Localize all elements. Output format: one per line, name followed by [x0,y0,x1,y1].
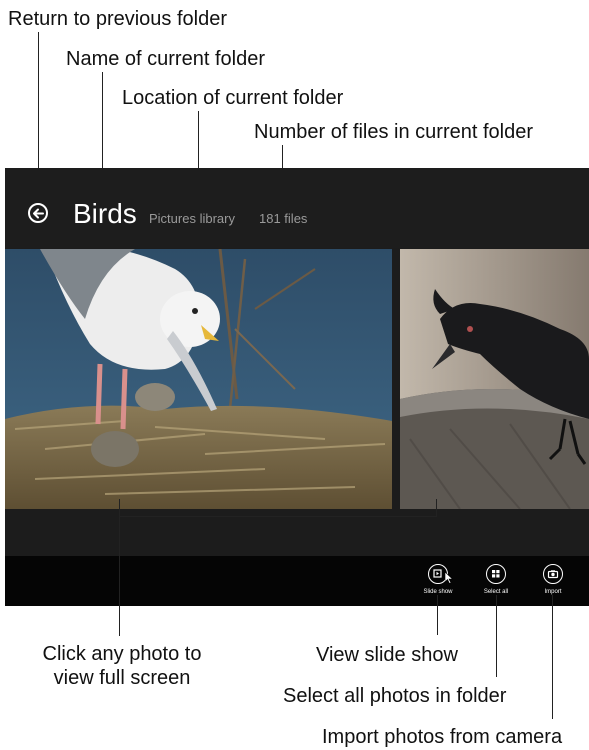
callout-folder-name: Name of current folder [66,48,265,70]
callout-return-previous: Return to previous folder [8,8,228,30]
slide-show-button[interactable]: Slide show [413,564,463,596]
back-arrow-icon [33,208,44,219]
back-button[interactable] [28,203,48,223]
leader-line-slideshow [437,595,438,635]
mouse-cursor-icon [445,572,453,584]
import-button[interactable]: Import [528,564,578,596]
callout-file-count: Number of files in current folder [254,121,534,143]
gull-photo-image [5,249,392,509]
folder-title: Birds [73,198,137,229]
import-label: Import [544,589,562,595]
leader-line-import [552,595,553,719]
select-all-button[interactable]: Select all [471,564,521,596]
camera-icon [543,564,563,584]
photos-app-window: Birds Pictures library 181 files Slide s… [5,168,589,606]
file-count: 181 files [259,211,308,226]
folder-location[interactable]: Pictures library [149,211,235,227]
callout-click-photo: Click any photo to view full screen [42,643,202,689]
leader-line-select-all [496,595,497,677]
leader-line-photos [119,516,120,636]
callout-view-slideshow: View slide show [316,644,458,666]
bracket-left [119,499,120,516]
bracket-bottom [119,516,437,517]
folder-header: Birds Pictures library 181 files [5,168,589,248]
callout-folder-location: Location of current folder [122,87,344,109]
photo-tile-gull[interactable] [5,249,392,509]
slide-show-label: Slide show [423,589,453,595]
bracket-right [436,499,437,516]
select-all-icon [486,564,506,584]
app-bar: Slide show Select all Import [5,556,589,606]
black-bird-photo-image [400,249,589,509]
photo-tile-black-bird[interactable] [400,249,589,509]
callout-import: Import photos from camera [322,726,563,748]
callout-select-all: Select all photos in folder [283,685,507,707]
